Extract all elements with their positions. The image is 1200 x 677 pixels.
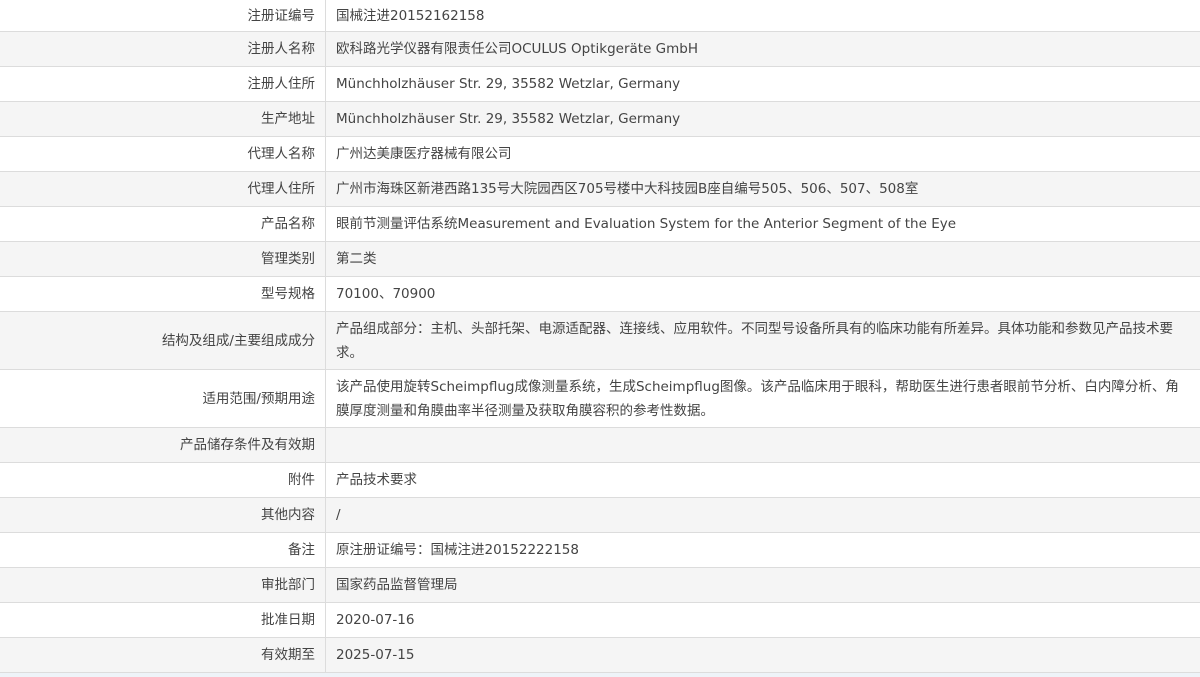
field-label: 附件: [0, 462, 326, 498]
field-label: 生产地址: [0, 101, 326, 137]
registration-detail-table: 注册证编号 国械注进20152162158 注册人名称 欧科路光学仪器有限责任公司OC…: [0, 0, 1200, 673]
field-value: /: [325, 497, 1200, 533]
field-label: 审批部门: [0, 567, 326, 603]
field-value: 2020-07-16: [325, 602, 1200, 638]
table-row: 注册证编号 国械注进20152162158: [0, 0, 1200, 32]
table-row: 批准日期 2020-07-16: [0, 602, 1200, 638]
field-label: 产品名称: [0, 206, 326, 242]
field-value: 第二类: [325, 241, 1200, 277]
field-label: 有效期至: [0, 637, 326, 673]
field-label: 批准日期: [0, 602, 326, 638]
field-value: 70100、70900: [325, 276, 1200, 312]
field-label: 注册人住所: [0, 66, 326, 102]
field-value: 广州市海珠区新港西路135号大院园西区705号楼中大科技园B座自编号505、50…: [325, 171, 1200, 207]
table-row: 备注 原注册证编号：国械注进20152222158: [0, 532, 1200, 568]
field-label: 结构及组成/主要组成成分: [0, 311, 326, 370]
table-row: 结构及组成/主要组成成分 产品组成部分：主机、头部托架、电源适配器、连接线、应用软…: [0, 311, 1200, 370]
field-value: 产品组成部分：主机、头部托架、电源适配器、连接线、应用软件。不同型号设备所具有的…: [325, 311, 1200, 370]
field-label: 产品储存条件及有效期: [0, 427, 326, 463]
table-row: 管理类别 第二类: [0, 241, 1200, 277]
field-label: 注册证编号: [0, 0, 326, 32]
table-row: 其他内容 /: [0, 497, 1200, 533]
table-row: 型号规格 70100、70900: [0, 276, 1200, 312]
field-label: 管理类别: [0, 241, 326, 277]
field-label: 适用范围/预期用途: [0, 369, 326, 428]
table-row: 代理人名称 广州达美康医疗器械有限公司: [0, 136, 1200, 172]
table-row: 注册人名称 欧科路光学仪器有限责任公司OCULUS Optikgeräte Gmb…: [0, 31, 1200, 67]
field-value: 广州达美康医疗器械有限公司: [325, 136, 1200, 172]
field-value: 眼前节测量评估系统Measurement and Evaluation Syst…: [325, 206, 1200, 242]
table-row: 产品名称 眼前节测量评估系统Measurement and Evaluation …: [0, 206, 1200, 242]
table-row: 代理人住所 广州市海珠区新港西路135号大院园西区705号楼中大科技园B座自编号5…: [0, 171, 1200, 207]
field-value: 国家药品监督管理局: [325, 567, 1200, 603]
field-label: 注册人名称: [0, 31, 326, 67]
field-label: 型号规格: [0, 276, 326, 312]
field-value: 产品技术要求: [325, 462, 1200, 498]
field-label: 其他内容: [0, 497, 326, 533]
table-row: 注册人住所 Münchholzhäuser Str. 29, 35582 Wetz…: [0, 66, 1200, 102]
table-row: 有效期至 2025-07-15: [0, 637, 1200, 673]
field-value: 2025-07-15: [325, 637, 1200, 673]
table-row: 产品储存条件及有效期: [0, 427, 1200, 463]
field-value: 该产品使用旋转Scheimpflug成像测量系统，生成Scheimpflug图像…: [325, 369, 1200, 428]
table-row: 附件 产品技术要求: [0, 462, 1200, 498]
field-value: 欧科路光学仪器有限责任公司OCULUS Optikgeräte GmbH: [325, 31, 1200, 67]
field-value: 国械注进20152162158: [325, 0, 1200, 32]
field-value: Münchholzhäuser Str. 29, 35582 Wetzlar, …: [325, 66, 1200, 102]
field-value: [325, 427, 1200, 463]
field-label: 代理人住所: [0, 171, 326, 207]
table-row: 生产地址 Münchholzhäuser Str. 29, 35582 Wetzl…: [0, 101, 1200, 137]
table-row: 审批部门 国家药品监督管理局: [0, 567, 1200, 603]
field-value: 原注册证编号：国械注进20152222158: [325, 532, 1200, 568]
field-value: Münchholzhäuser Str. 29, 35582 Wetzlar, …: [325, 101, 1200, 137]
bottom-strip: [0, 673, 1200, 677]
table-row: 适用范围/预期用途 该产品使用旋转Scheimpflug成像测量系统，生成Sche…: [0, 369, 1200, 428]
field-label: 代理人名称: [0, 136, 326, 172]
field-label: 备注: [0, 532, 326, 568]
